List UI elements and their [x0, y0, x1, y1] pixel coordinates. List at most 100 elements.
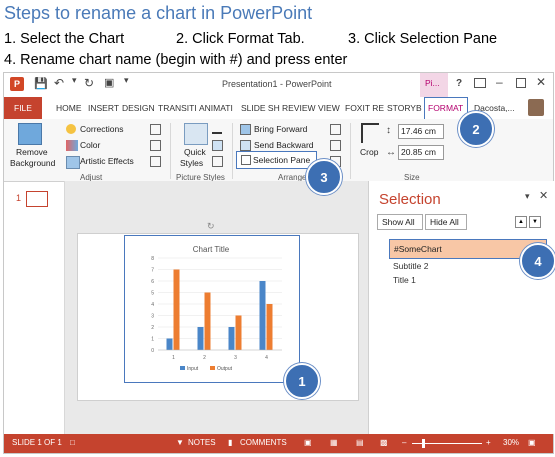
y-tick-label: 5	[151, 291, 154, 297]
chart-title: Chart Title	[193, 245, 230, 254]
fit-to-window-icon[interactable]: ▣	[528, 438, 536, 447]
width-input[interactable]: 20.85 cm	[398, 145, 444, 160]
spellcheck-icon[interactable]: □	[70, 438, 75, 447]
user-avatar[interactable]	[528, 99, 544, 116]
x-axis: 1 2 3 4	[158, 349, 282, 361]
send-backward-button[interactable]: Send Backward	[254, 140, 314, 150]
tab-foxit[interactable]: FOXIT RE	[345, 103, 384, 113]
tab-slideshow[interactable]: SLIDE SH	[241, 103, 280, 113]
crop-icon[interactable]	[361, 123, 379, 143]
color-button[interactable]: Color	[80, 140, 100, 150]
legend-input-swatch	[180, 366, 185, 370]
maximize-icon[interactable]	[516, 78, 526, 88]
comments-icon[interactable]: ▮	[228, 438, 232, 447]
remove-background-label[interactable]: Remove	[16, 147, 48, 157]
slide-thumbnail[interactable]	[26, 191, 48, 207]
zoom-out-icon[interactable]: –	[402, 438, 406, 447]
help-button[interactable]: ?	[456, 78, 462, 89]
y-tick-label: 3	[151, 314, 154, 320]
tab-storyboard[interactable]: STORYB	[387, 103, 422, 113]
tab-insert[interactable]: INSERT	[88, 103, 119, 113]
comments-button[interactable]: COMMENTS	[240, 438, 287, 447]
ribbon-display-options-icon[interactable]	[474, 78, 486, 88]
group-divider	[170, 123, 171, 179]
rotate-handle-icon[interactable]: ↻	[207, 221, 215, 232]
tab-design[interactable]: DESIGN	[122, 103, 155, 113]
tab-review[interactable]: REVIEW	[282, 103, 316, 113]
y-tick-label: 1	[151, 337, 154, 343]
list-item-title[interactable]: Title 1	[393, 275, 416, 285]
picture-effects-icon[interactable]	[212, 140, 223, 151]
bar-input-2	[197, 327, 204, 350]
bar-output-3	[235, 315, 242, 350]
send-backward-icon[interactable]	[240, 140, 251, 151]
picture-layout-icon[interactable]	[212, 156, 223, 167]
move-up-button[interactable]: ▲	[515, 216, 527, 228]
tab-file[interactable]: FILE	[4, 97, 42, 119]
slide-number: 1	[16, 193, 22, 203]
change-picture-icon[interactable]	[150, 140, 161, 151]
align-icon[interactable]	[330, 124, 341, 135]
tab-animations[interactable]: ANIMATI	[199, 103, 233, 113]
notes-icon[interactable]: ▼	[176, 438, 184, 447]
list-item-subtitle[interactable]: Subtitle 2	[393, 261, 428, 271]
close-icon[interactable]: ✕	[536, 75, 546, 89]
title-bar: P 💾 ↶ ▾ ↻ ▣ ▾ Presentation1 - PowerPoint…	[4, 73, 553, 97]
quick-styles-icon[interactable]	[184, 123, 208, 145]
save-icon[interactable]: 💾	[34, 77, 48, 90]
zoom-level[interactable]: 30%	[503, 438, 519, 447]
bar-chart[interactable]: Chart Title 0 1 2 3 4 5 6 7 8 1 2 3 4 Input Output	[130, 238, 292, 378]
pane-close-icon[interactable]: ✕	[539, 189, 548, 202]
compress-pictures-icon[interactable]	[150, 124, 161, 135]
corrections-button[interactable]: Corrections	[80, 124, 123, 134]
chart-bars	[166, 269, 273, 350]
artistic-effects-button[interactable]: Artistic Effects	[80, 156, 134, 166]
hide-all-button[interactable]: Hide All	[425, 214, 467, 230]
tab-home[interactable]: HOME	[56, 103, 82, 113]
remove-background-label-2[interactable]: Background	[10, 158, 55, 168]
x-tick-label: 1	[172, 355, 175, 361]
instruction-step-1: 1. Select the Chart	[4, 31, 125, 47]
bring-forward-icon[interactable]	[240, 124, 251, 135]
normal-view-icon[interactable]: ▣	[304, 438, 312, 447]
slide-sorter-icon[interactable]: ▦	[330, 438, 338, 447]
quick-styles-label[interactable]: Quick	[184, 147, 206, 157]
picture-border-icon[interactable]	[212, 124, 222, 134]
bar-output-4	[266, 304, 273, 350]
color-icon[interactable]	[66, 140, 78, 151]
minimize-icon[interactable]: –	[496, 75, 503, 89]
customize-qat-icon[interactable]: ▾	[124, 75, 129, 86]
move-down-button[interactable]: ▼	[529, 216, 541, 228]
height-input[interactable]: 17.46 cm	[398, 124, 444, 139]
start-slideshow-icon[interactable]: ▣	[104, 76, 114, 89]
artistic-effects-icon[interactable]	[66, 156, 80, 169]
notes-button[interactable]: NOTES	[188, 438, 216, 447]
crop-button[interactable]: Crop	[360, 147, 378, 157]
bring-forward-button[interactable]: Bring Forward	[254, 124, 307, 134]
slideshow-view-icon[interactable]: ▩	[380, 438, 388, 447]
x-tick-label: 3	[234, 355, 237, 361]
tab-view[interactable]: VIEW	[318, 103, 340, 113]
redo-icon[interactable]: ↻	[84, 76, 94, 90]
pane-options-icon[interactable]: ▾	[525, 191, 530, 202]
y-tick-label: 2	[151, 325, 154, 331]
powerpoint-window: P 💾 ↶ ▾ ↻ ▣ ▾ Presentation1 - PowerPoint…	[3, 72, 555, 454]
bar-input-4	[259, 281, 266, 350]
undo-dropdown-icon[interactable]: ▾	[72, 75, 77, 86]
corrections-icon[interactable]	[66, 124, 76, 134]
zoom-slider-thumb[interactable]	[422, 439, 425, 448]
show-all-button[interactable]: Show All	[377, 214, 423, 230]
group-objects-icon[interactable]	[330, 140, 341, 151]
selection-pane-button[interactable]: Selection Pane	[236, 151, 317, 169]
x-tick-label: 4	[265, 355, 268, 361]
undo-icon[interactable]: ↶	[54, 76, 64, 90]
remove-background-icon[interactable]	[18, 123, 42, 145]
powerpoint-logo-icon: P	[10, 77, 24, 91]
y-tick-label: 4	[151, 302, 154, 308]
quick-styles-label-2[interactable]: Styles	[180, 158, 203, 168]
reading-view-icon[interactable]: ▤	[356, 438, 364, 447]
bar-input-1	[166, 338, 173, 350]
reset-picture-icon[interactable]	[150, 156, 161, 167]
tab-transitions[interactable]: TRANSITI	[158, 103, 197, 113]
zoom-in-icon[interactable]: +	[486, 438, 491, 447]
